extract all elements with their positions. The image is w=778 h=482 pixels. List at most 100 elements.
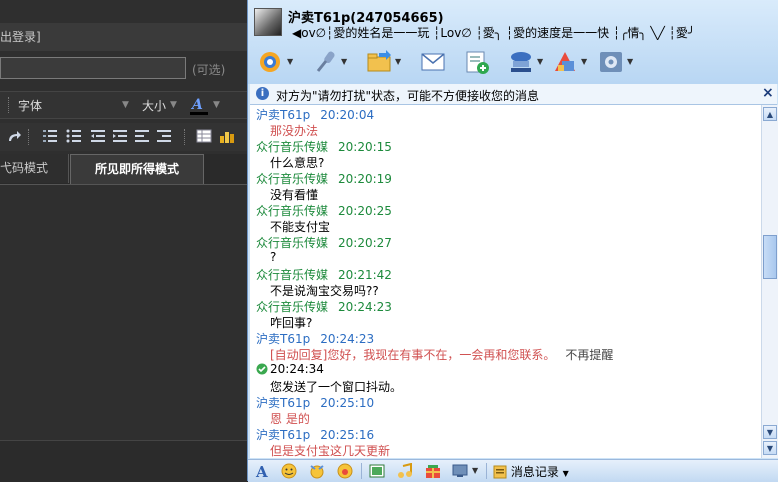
message-body: 不能支付宝: [270, 220, 331, 234]
ordered-list-icon[interactable]: [42, 129, 58, 143]
music-icon[interactable]: [396, 463, 414, 479]
remote-assist-button[interactable]: ▼: [550, 46, 592, 78]
font-color-icon[interactable]: A: [188, 94, 210, 116]
chevron-down-icon[interactable]: ▼: [563, 469, 569, 478]
scroll-thumb[interactable]: [763, 235, 777, 279]
contact-signature: ◀ov∅┆愛的姓名是一一玩 ┆Lov∅ ┆愛╮ ┆愛的速度是一一快 ┆╭情╮ ╲…: [292, 26, 696, 40]
chevron-down-icon[interactable]: ▼: [581, 57, 587, 66]
message-body: 什么意思?: [270, 156, 325, 170]
scroll-up-button[interactable]: ▲: [763, 107, 777, 121]
message-header: 众行音乐传媒 20:20:27: [256, 234, 392, 251]
chevron-down-icon[interactable]: ▼: [395, 57, 401, 66]
message-sender[interactable]: 众行音乐传媒: [256, 236, 328, 250]
logout-link[interactable]: 出登录]: [0, 23, 248, 51]
message-sender[interactable]: 沪卖T61p: [256, 332, 310, 346]
message-sender[interactable]: 众行音乐传媒: [256, 204, 328, 218]
message-history[interactable]: 沪卖T61p 20:20:04 那没办法 众行音乐传媒 20:20:15 什么意思? 众行音…: [250, 105, 761, 458]
notice-text: 对方为"请勿打扰"状态，可能不方便接收您的消息: [276, 89, 540, 103]
message-header: 沪卖T61p 20:24:23: [256, 330, 374, 347]
message-body: 恩 是的: [270, 412, 310, 426]
animation-icon[interactable]: [336, 463, 354, 479]
toolbar-separator: [8, 97, 11, 113]
webcam-button[interactable]: ▼: [506, 46, 548, 78]
message-body: 咋回事?: [270, 316, 313, 330]
video-call-icon: [260, 52, 280, 72]
send-file-icon: [367, 50, 391, 72]
scroll-end-button[interactable]: ▼: [763, 441, 777, 455]
title-input[interactable]: [0, 57, 186, 79]
add-app-icon: [466, 51, 489, 74]
font-icon[interactable]: A: [254, 463, 272, 479]
settings-button[interactable]: ▼: [596, 46, 638, 78]
screen-share-icon[interactable]: [452, 463, 470, 479]
message-time: 20:25:16: [320, 428, 375, 442]
svg-text:A: A: [190, 97, 203, 113]
close-icon[interactable]: ×: [762, 85, 774, 101]
message-header: 众行音乐传媒 20:21:42: [256, 266, 392, 283]
webcam-icon: [511, 52, 531, 72]
message-history-button[interactable]: 消息记录 ▼: [493, 463, 569, 480]
message-time: 20:20:25: [338, 204, 392, 218]
chart-icon[interactable]: [219, 129, 235, 143]
message-sender[interactable]: 沪卖T61p: [256, 428, 310, 442]
chevron-down-icon[interactable]: ▼: [170, 100, 177, 110]
chevron-down-icon[interactable]: ▼: [627, 57, 633, 66]
chat-window: 沪卖T61p(247054665) ◀ov∅┆愛的姓名是一一玩 ┆Lov∅ ┆愛…: [247, 0, 778, 482]
add-app-button[interactable]: [462, 46, 504, 78]
message-sender[interactable]: 沪卖T61p: [256, 396, 310, 410]
send-file-button[interactable]: ▼: [364, 46, 406, 78]
chevron-down-icon[interactable]: ▼: [287, 57, 293, 66]
emoticon-icon[interactable]: [280, 463, 298, 479]
message-sender[interactable]: 众行音乐传媒: [256, 300, 328, 314]
redo-icon[interactable]: [6, 129, 22, 143]
message-header: 众行音乐传媒 20:20:25: [256, 202, 392, 219]
message-sender[interactable]: 沪卖T61p: [256, 108, 310, 122]
message-header: 沪卖T61p 20:25:16: [256, 426, 374, 443]
outdent-icon[interactable]: [90, 129, 106, 143]
message-header: 沪卖T61p 20:25:10: [256, 394, 374, 411]
screenshot-icon[interactable]: [368, 463, 386, 479]
align-right-icon[interactable]: [156, 129, 172, 143]
toolbar-separator: [361, 463, 362, 479]
magic-emoticon-icon[interactable]: [308, 463, 326, 479]
message-time: 20:20:04: [320, 108, 375, 122]
editor-mode-tabs: 弋码模式 所见即所得模式: [0, 154, 248, 185]
tab-code-mode[interactable]: 弋码模式: [0, 154, 69, 183]
message-time: 20:24:23: [320, 332, 375, 346]
voice-call-button[interactable]: ▼: [310, 46, 352, 78]
tab-wysiwyg-mode[interactable]: 所见即所得模式: [70, 154, 204, 184]
email-icon: [421, 53, 445, 71]
size-select[interactable]: 大小: [142, 97, 166, 114]
message-time: 20:20:27: [338, 236, 392, 250]
email-button[interactable]: [418, 46, 460, 78]
title-row: (可选): [0, 54, 248, 86]
message-header: 众行音乐传媒 20:24:23: [256, 298, 392, 315]
chevron-down-icon[interactable]: ▼: [537, 57, 543, 66]
editor-content-area[interactable]: [0, 185, 248, 440]
scroll-down-button[interactable]: ▼: [763, 425, 777, 439]
chevron-down-icon[interactable]: ▼: [122, 100, 129, 110]
indent-icon[interactable]: [112, 129, 128, 143]
table-icon[interactable]: [196, 129, 212, 143]
gift-icon[interactable]: [424, 463, 442, 479]
message-sender[interactable]: 众行音乐传媒: [256, 268, 328, 282]
optional-label: (可选): [192, 63, 226, 77]
message-header: 沪卖T61p 20:20:04: [256, 106, 374, 123]
video-call-button[interactable]: ▼: [256, 46, 298, 78]
dismiss-reminder-link[interactable]: 不再提醒: [565, 348, 613, 362]
chevron-down-icon[interactable]: ▼: [472, 466, 478, 475]
message-sender[interactable]: 众行音乐传媒: [256, 172, 328, 186]
info-icon: i: [256, 87, 269, 100]
status-notice: i 对方为"请勿打扰"状态，可能不方便接收您的消息 ×: [250, 84, 777, 105]
chevron-down-icon[interactable]: ▼: [341, 57, 347, 66]
font-select[interactable]: 字体: [18, 97, 42, 114]
chevron-down-icon[interactable]: ▼: [213, 100, 220, 110]
align-left-icon[interactable]: [134, 129, 150, 143]
font-toolbar: 字体 ▼ 大小 ▼ A ▼: [0, 91, 248, 119]
message-scrollbar[interactable]: ▲ ▼ ▼: [761, 105, 778, 458]
bullet-list-icon[interactable]: [66, 129, 82, 143]
avatar[interactable]: [254, 8, 282, 36]
editor-pane: 出登录] (可选) 字体 ▼ 大小 ▼ A ▼ 弋码模式 所见即所得模式: [0, 0, 248, 482]
message-header: 众行音乐传媒 20:20:19: [256, 170, 392, 187]
message-sender[interactable]: 众行音乐传媒: [256, 140, 328, 154]
